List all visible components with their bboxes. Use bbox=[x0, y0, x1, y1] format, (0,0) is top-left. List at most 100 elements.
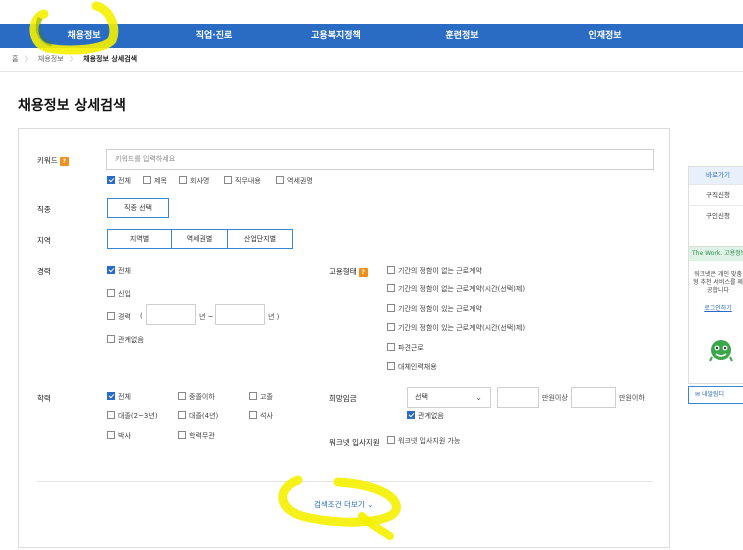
search-panel: 키워드? 키워드를 입력하세요 전체 제목 회사명 직무내용 역세권명 직종 직… bbox=[18, 128, 670, 548]
worknet-label: 워크넷 입사지원 bbox=[329, 438, 380, 447]
checkbox-icon bbox=[387, 436, 395, 444]
chevron-down-icon: ⌄ bbox=[367, 500, 374, 509]
career-opt-none[interactable]: 관계없음 bbox=[107, 335, 144, 345]
nav-career[interactable]: 직업·진로 bbox=[196, 24, 233, 48]
mascot-icon bbox=[709, 340, 733, 362]
region-label: 지역 bbox=[37, 236, 51, 245]
wage-max-unit: 만원이하 bbox=[619, 394, 645, 402]
career-year-to-input[interactable] bbox=[215, 304, 265, 325]
job-type-label: 직종 bbox=[37, 205, 51, 214]
employment-opt-6[interactable]: 대체인력채용 bbox=[387, 362, 437, 372]
keyword-opt-company[interactable]: 회사명 bbox=[179, 176, 209, 186]
wage-opt-none[interactable]: 관계없음 bbox=[407, 411, 444, 421]
education-opt-any[interactable]: 학력무관 bbox=[178, 431, 215, 441]
page-title: 채용정보 상세검색 bbox=[18, 98, 126, 114]
checkbox-icon bbox=[107, 392, 115, 400]
top-nav: 채용정보 직업·진로 고용복지정책 훈련정보 인재정보 bbox=[0, 24, 743, 48]
checkbox-icon bbox=[387, 323, 395, 331]
checkbox-icon bbox=[107, 411, 115, 419]
career-paren: ( bbox=[140, 312, 143, 320]
checkbox-icon bbox=[107, 431, 115, 439]
education-opt-university[interactable]: 대졸(4년) bbox=[178, 411, 218, 421]
panel-divider bbox=[37, 481, 653, 482]
help-icon[interactable]: ? bbox=[59, 156, 69, 166]
employment-opt-2[interactable]: 기간의 정함이 없는 근로계약(시간(선택)제) bbox=[387, 284, 525, 294]
region-button-area[interactable]: 지역별 bbox=[108, 230, 172, 248]
checkbox-icon bbox=[249, 392, 257, 400]
career-year-from-input[interactable] bbox=[146, 304, 196, 325]
keyword-opt-station[interactable]: 역세권명 bbox=[276, 176, 313, 186]
breadcrumb: 홈 〉 채용정보 〉 채용정보 상세검색 bbox=[12, 54, 141, 64]
breadcrumb-current: 채용정보 상세검색 bbox=[83, 55, 138, 63]
promo-box: The Work. 고용정보 워크넷은 개인 맞춤형 추천 서비스를 제공합니다… bbox=[688, 246, 743, 384]
mail-icon: ✉ bbox=[695, 391, 701, 398]
worknet-opt-apply[interactable]: 워크넷 입사지원 가능 bbox=[387, 436, 460, 446]
chevron-down-icon: ⌄ bbox=[475, 393, 482, 402]
region-button-group: 지역별 역세권별 산업단지별 bbox=[107, 229, 293, 249]
education-opt-all[interactable]: 전체 bbox=[107, 392, 131, 402]
checkbox-icon bbox=[143, 176, 151, 184]
quick-menu: 바로가기 구직신청 구인신청 bbox=[688, 166, 743, 247]
career-opt-all[interactable]: 전체 bbox=[107, 266, 131, 276]
checkbox-icon bbox=[107, 312, 115, 320]
wage-max-input[interactable] bbox=[571, 387, 616, 408]
region-button-station[interactable]: 역세권별 bbox=[172, 230, 228, 248]
breadcrumb-recruit[interactable]: 채용정보 bbox=[38, 55, 64, 63]
employment-opt-3[interactable]: 기간의 정함이 있는 근로계약 bbox=[387, 304, 482, 314]
keyword-opt-all[interactable]: 전체 bbox=[107, 176, 131, 186]
career-year-to-unit: 년 ) bbox=[268, 313, 280, 321]
employment-opt-5[interactable]: 파견근로 bbox=[387, 343, 424, 353]
region-button-industrial[interactable]: 산업단지별 bbox=[228, 230, 292, 248]
inbox-button[interactable]: ✉ 내알림디 bbox=[688, 386, 743, 404]
nav-welfare[interactable]: 고용복지정책 bbox=[311, 24, 361, 48]
education-opt-middle[interactable]: 중졸이하 bbox=[178, 392, 215, 402]
checkbox-icon bbox=[387, 362, 395, 370]
breadcrumb-separator: 〉 bbox=[24, 55, 32, 63]
wage-type-select[interactable]: 선택 ⌄ bbox=[407, 387, 491, 408]
career-year-from-unit: 년 ~ bbox=[199, 313, 214, 321]
checkbox-icon bbox=[178, 392, 186, 400]
career-opt-new[interactable]: 신입 bbox=[107, 289, 131, 299]
employment-opt-4[interactable]: 기간의 정함이 있는 근로계약(시간(선택)제) bbox=[387, 323, 525, 333]
promo-text: 워크넷은 개인 맞춤형 추천 서비스를 제공합니다 bbox=[693, 271, 743, 294]
breadcrumb-separator: 〉 bbox=[69, 55, 77, 63]
breadcrumb-home[interactable]: 홈 bbox=[12, 55, 18, 63]
education-opt-doctor[interactable]: 박사 bbox=[107, 431, 131, 441]
keyword-opt-title[interactable]: 제목 bbox=[143, 176, 167, 186]
wage-min-input[interactable] bbox=[497, 387, 539, 408]
keyword-opt-duty[interactable]: 직무내용 bbox=[224, 176, 261, 186]
help-icon[interactable]: ? bbox=[358, 267, 368, 277]
checkbox-icon bbox=[178, 431, 186, 439]
promo-login-link[interactable]: 로그인하기 bbox=[689, 303, 743, 312]
employment-label: 고용형태? bbox=[329, 266, 368, 277]
checkbox-icon bbox=[179, 176, 187, 184]
quick-menu-job-seek[interactable]: 구직신청 bbox=[689, 184, 743, 205]
education-opt-master[interactable]: 석사 bbox=[249, 411, 273, 421]
checkbox-icon bbox=[249, 411, 257, 419]
education-opt-high[interactable]: 고졸 bbox=[249, 392, 273, 402]
checkbox-icon bbox=[107, 335, 115, 343]
quick-menu-job-offer[interactable]: 구인신청 bbox=[689, 205, 743, 226]
career-opt-experienced[interactable]: 경력 bbox=[107, 312, 131, 322]
education-opt-college[interactable]: 대졸(2~3년) bbox=[107, 411, 158, 421]
nav-training[interactable]: 훈련정보 bbox=[445, 24, 478, 48]
checkbox-icon bbox=[387, 343, 395, 351]
nav-talent[interactable]: 인재정보 bbox=[588, 24, 621, 48]
checkbox-icon bbox=[387, 304, 395, 312]
checkbox-icon bbox=[224, 176, 232, 184]
employment-opt-1[interactable]: 기간의 정함이 없는 근로계약 bbox=[387, 266, 482, 276]
job-type-button[interactable]: 직종 선택 bbox=[107, 198, 169, 218]
checkbox-icon bbox=[107, 289, 115, 297]
career-label: 경력 bbox=[37, 267, 51, 276]
keyword-input[interactable]: 키워드를 입력하세요 bbox=[106, 149, 654, 170]
more-conditions-button[interactable]: 검색조건 더보기 ⌄ bbox=[314, 499, 373, 510]
wage-label: 희망임금 bbox=[329, 394, 357, 403]
promo-title: The Work. 고용정보 bbox=[689, 247, 743, 261]
header-divider bbox=[0, 71, 743, 72]
nav-recruit[interactable]: 채용정보 bbox=[67, 24, 100, 48]
checkbox-icon bbox=[387, 266, 395, 274]
keyword-label: 키워드? bbox=[37, 155, 69, 166]
checkbox-icon bbox=[276, 176, 284, 184]
education-label: 학력 bbox=[37, 394, 51, 403]
checkbox-icon bbox=[407, 411, 415, 419]
